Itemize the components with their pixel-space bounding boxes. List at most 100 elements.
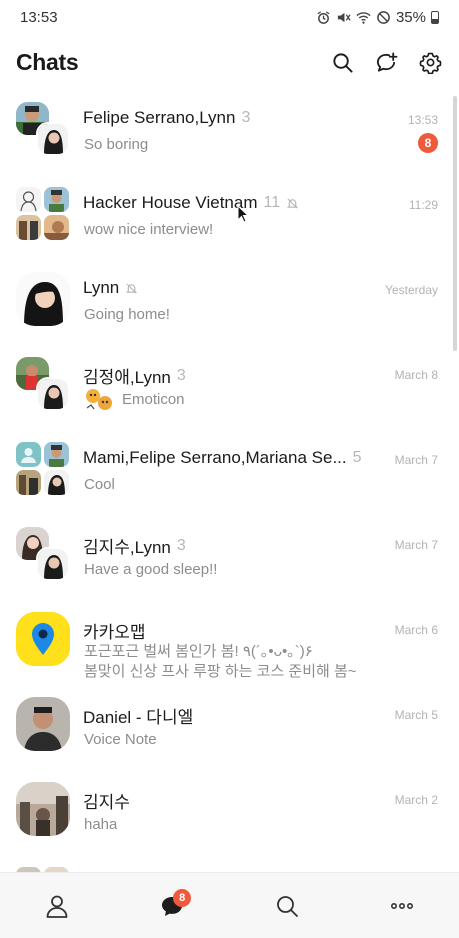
- emoticon-icon: [86, 389, 112, 410]
- chat-row[interactable]: 김지수 haha March 2: [0, 772, 452, 857]
- scrollbar[interactable]: [453, 96, 457, 351]
- status-time: 13:53: [20, 8, 58, 26]
- last-message: 포근포근 벌써 봄인가 봄! ٩(´｡•ᴗ•｡`)۶ 봄맞이 신상 프사 루팡 …: [84, 642, 357, 682]
- single-avatar: [16, 782, 70, 836]
- chat-row[interactable]: Hacker House Vietnam 11 wow nice intervi…: [0, 177, 452, 262]
- member-count: 3: [176, 536, 186, 554]
- group-avatar: [16, 187, 70, 241]
- chat-row[interactable]: 김정애,Lynn 3 Emoticon March 8: [0, 347, 452, 432]
- last-message-line: 봄맞이 신상 프사 루팡 하는 코스 준비해 봄~: [84, 663, 357, 680]
- bell-off-icon: [287, 197, 299, 209]
- chat-name-line: Daniel - 다니엘: [83, 703, 193, 728]
- last-message-time: March 8: [394, 368, 438, 382]
- avatar: [44, 470, 69, 495]
- chat-name-line: 카카오맵: [83, 618, 146, 643]
- chat-name: 김지수,Lynn: [83, 538, 171, 557]
- last-message-time: March 7: [394, 538, 438, 552]
- status-bar: 13:53 35%: [0, 0, 459, 34]
- avatar: [16, 215, 41, 240]
- last-message-line: 포근포근 벌써 봄인가 봄! ٩(´｡•ᴗ•｡`)۶: [84, 643, 313, 660]
- avatar: [16, 470, 41, 495]
- nav-friends[interactable]: [32, 881, 82, 931]
- last-message: Cool: [84, 476, 115, 493]
- unread-badge: 8: [173, 888, 192, 907]
- map-pin-icon: [16, 612, 70, 666]
- avatar: [36, 547, 70, 581]
- more-icon: [390, 902, 413, 909]
- single-avatar: [16, 612, 70, 666]
- new-chat-button[interactable]: [373, 49, 399, 75]
- chat-name: Mami,Felipe Serrano,Mariana Se...: [83, 448, 347, 467]
- avatar: [16, 697, 70, 751]
- avatar: [16, 442, 41, 467]
- last-message: Emoticon: [84, 386, 185, 414]
- last-message-time: March 5: [394, 708, 438, 722]
- last-message-text: Emoticon: [122, 391, 185, 408]
- chat-row[interactable]: Daniel - 다니엘 Voice Note March 5: [0, 687, 452, 772]
- battery-percent: 35%: [395, 8, 426, 26]
- single-avatar: [16, 697, 70, 751]
- chat-name: Daniel - 다니엘: [83, 708, 194, 727]
- nav-more[interactable]: [377, 881, 427, 931]
- last-message-time: 11:29: [408, 198, 438, 212]
- new-chat-icon: [376, 51, 397, 72]
- bottom-navigation: 8: [0, 872, 459, 938]
- last-message: wow nice interview!: [84, 221, 214, 238]
- avatar: [16, 612, 70, 666]
- last-message: Have a good sleep!!: [84, 561, 218, 578]
- chat-row[interactable]: Felipe Serrano,Lynn 3 So boring 13:53 8: [0, 92, 452, 177]
- chat-name: 카카오맵: [83, 623, 146, 642]
- last-message-time: 13:53: [407, 113, 438, 127]
- chat-name-line: Hacker House Vietnam 11: [83, 193, 299, 213]
- gear-icon: [419, 52, 441, 74]
- group-avatar: [16, 357, 70, 411]
- avatar: [16, 782, 70, 836]
- avatar: [16, 272, 70, 326]
- chat-row[interactable]: 김지수,Lynn 3 Have a good sleep!! March 7: [0, 517, 452, 602]
- search-button[interactable]: [329, 49, 355, 75]
- chat-row[interactable]: Lynn Going home! Yesterday: [0, 262, 452, 347]
- chat-name-line: Felipe Serrano,Lynn 3: [83, 108, 250, 128]
- app-header: Chats: [0, 40, 459, 84]
- search-icon: [276, 895, 298, 917]
- settings-button[interactable]: [417, 49, 443, 75]
- mouse-cursor-icon: [237, 205, 249, 223]
- chat-row[interactable]: 카카오맵 포근포근 벌써 봄인가 봄! ٩(´｡•ᴗ•｡`)۶ 봄맞이 신상 프…: [0, 602, 452, 687]
- last-message: haha: [84, 816, 118, 833]
- chat-name-line: 김지수: [83, 788, 130, 813]
- chat-name: Lynn: [83, 278, 120, 297]
- avatar: [44, 215, 69, 240]
- alarm-icon: [317, 10, 330, 24]
- avatar: [36, 377, 70, 411]
- chat-name-line: Lynn: [83, 278, 138, 298]
- chat-name: Felipe Serrano,Lynn: [83, 108, 236, 127]
- avatar: [44, 442, 69, 467]
- chat-row[interactable]: Mami,Felipe Serrano,Mariana Se... 5 Cool…: [0, 432, 452, 517]
- group-avatar: [16, 442, 70, 496]
- avatar: [36, 122, 70, 156]
- member-count: 3: [241, 109, 251, 126]
- last-message-time: March 7: [394, 453, 438, 467]
- member-count: 11: [263, 194, 281, 211]
- chat-name: 김정애,Lynn: [83, 368, 171, 387]
- wifi-icon: [356, 11, 371, 24]
- member-count: 3: [176, 366, 186, 384]
- group-avatar: [16, 102, 70, 156]
- last-message: Voice Note: [84, 731, 157, 748]
- status-icons: 35%: [316, 9, 439, 26]
- member-count: 5: [352, 449, 362, 466]
- chat-name-line: 김정애,Lynn 3: [83, 363, 186, 388]
- header-actions: [329, 49, 443, 75]
- battery-icon: [431, 10, 439, 24]
- chat-name: 김지수: [83, 793, 130, 812]
- last-message-time: March 2: [394, 793, 438, 807]
- nav-search[interactable]: [262, 881, 312, 931]
- page-title: Chats: [16, 48, 79, 75]
- group-avatar: [16, 527, 70, 581]
- chat-list[interactable]: Felipe Serrano,Lynn 3 So boring 13:53 8 …: [0, 92, 452, 874]
- nav-chats[interactable]: 8: [147, 881, 197, 931]
- last-message-time: Yesterday: [385, 283, 438, 297]
- person-icon: [46, 895, 68, 918]
- single-avatar: [16, 272, 70, 326]
- last-message: Going home!: [84, 306, 170, 323]
